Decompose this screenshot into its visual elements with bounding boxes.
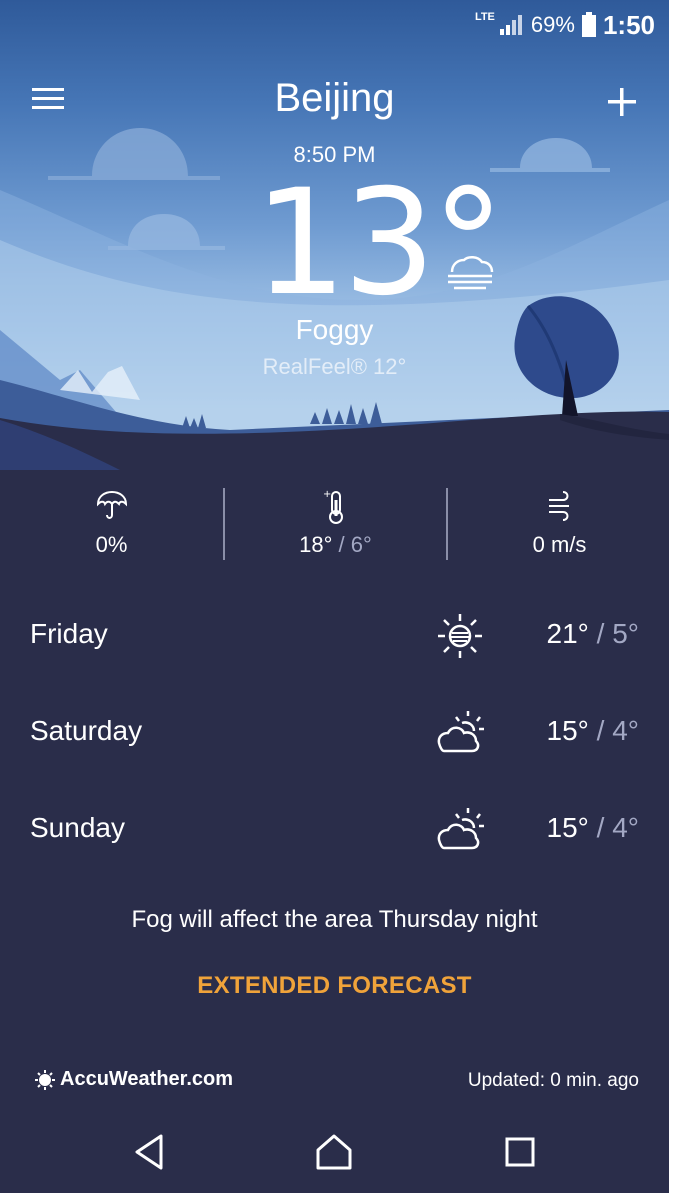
city-name[interactable]: Beijing — [0, 76, 669, 121]
forecast-separator: / — [588, 715, 613, 746]
svg-text:+: + — [323, 489, 331, 500]
sun-logo-icon — [35, 1069, 55, 1090]
precipitation-value: 0% — [95, 532, 128, 557]
status-bar: LTE 69% 1:50 — [0, 0, 669, 48]
network-type: LTE — [474, 11, 495, 23]
recents-button[interactable] — [495, 1130, 545, 1174]
forecast-row-sunday[interactable]: Sunday 15° / 4° — [0, 782, 669, 879]
forecast-separator: / — [588, 812, 613, 843]
forecast-day: Saturday — [30, 715, 143, 746]
forecast-separator: / — [588, 618, 613, 649]
partly-cloudy-icon — [437, 711, 484, 753]
forecast-high: 21° — [546, 618, 589, 649]
partly-cloudy-icon — [437, 808, 484, 850]
plus-icon — [608, 88, 636, 116]
status-clock: 1:50 — [602, 9, 655, 40]
forecast-high: 15° — [546, 812, 589, 843]
wind-value: 0 m/s — [532, 532, 587, 557]
back-button[interactable] — [124, 1130, 174, 1174]
forecast-temps: 21° / 5° — [547, 618, 639, 650]
current-stats: 0% + 18° / 6° 0 m/s — [0, 480, 669, 580]
condition-text: Foggy — [295, 314, 374, 345]
forecast-day: Friday — [30, 618, 108, 649]
range-separator: / — [332, 532, 351, 557]
home-button[interactable] — [309, 1130, 359, 1174]
wind-stat: 0 m/s — [448, 480, 669, 580]
forecast-temps: 15° / 4° — [547, 812, 639, 844]
range-low: 6° — [350, 532, 372, 557]
add-location-button[interactable] — [600, 80, 646, 124]
thermometer-icon: + — [323, 489, 343, 524]
forecast-row-saturday[interactable]: Saturday 15° / 4° — [0, 685, 669, 782]
precipitation-stat: 0% — [0, 480, 223, 580]
footer: AccuWeather.com Updated: 0 min. ago — [0, 1064, 669, 1096]
app-header: Beijing — [0, 70, 669, 130]
temperature-range-value: 18° / 6° — [224, 532, 447, 558]
daily-forecast-list: Friday 21° / 5° Saturday 15° / 4° Sunday… — [0, 588, 669, 879]
wind-icon — [548, 491, 569, 521]
forecast-day: Sunday — [30, 812, 125, 843]
temperature-range-stat: + 18° / 6° — [224, 480, 447, 580]
home-icon — [316, 1134, 352, 1170]
sunny-icon — [438, 614, 482, 658]
forecast-temps: 15° / 4° — [547, 715, 639, 747]
weather-summary: Fog will affect the area Thursday night — [131, 906, 538, 933]
recents-icon — [505, 1137, 535, 1167]
system-nav-bar — [0, 1112, 669, 1193]
range-high: 18° — [299, 532, 333, 557]
forecast-high: 15° — [546, 715, 589, 746]
current-temperature: 13° — [254, 158, 505, 328]
forecast-row-friday[interactable]: Friday 21° / 5° — [0, 588, 669, 685]
forecast-low: 5° — [612, 618, 639, 649]
back-icon — [135, 1134, 163, 1170]
hero-sky: LTE 69% 1:50 Beijing 8:50 PM 13° Foggy R… — [0, 0, 669, 470]
weather-app-screen: LTE 69% 1:50 Beijing 8:50 PM 13° Foggy R… — [0, 0, 669, 1193]
battery-icon — [581, 12, 596, 37]
realfeel-text: RealFeel® 12° — [262, 354, 407, 379]
updated-time: Updated: 0 min. ago — [467, 1070, 639, 1091]
accuweather-logo[interactable]: AccuWeather.com — [34, 1068, 233, 1091]
forecast-low: 4° — [612, 812, 639, 843]
extended-forecast-button[interactable]: EXTENDED FORECAST — [0, 972, 669, 1000]
signal-icon — [499, 15, 522, 35]
fog-icon — [448, 256, 494, 290]
battery-percent: 69% — [530, 12, 575, 37]
brand-name: AccuWeather.com — [60, 1068, 234, 1090]
umbrella-icon — [96, 490, 127, 519]
forecast-low: 4° — [612, 715, 639, 746]
